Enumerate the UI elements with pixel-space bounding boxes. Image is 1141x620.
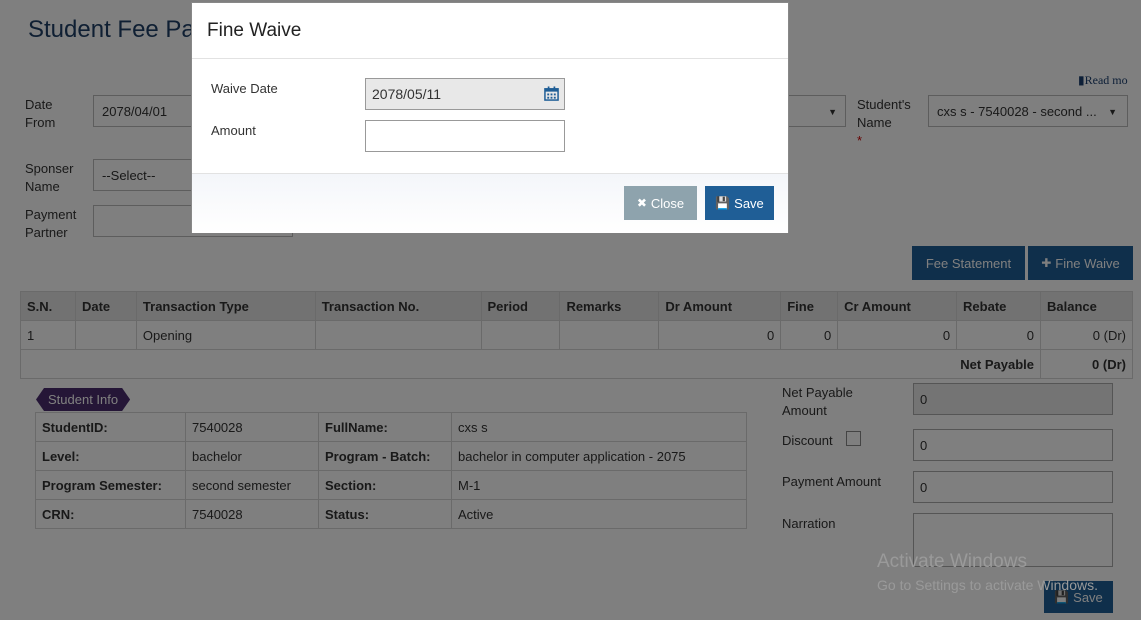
waive-date-label: Waive Date [211, 81, 278, 96]
modal-title: Fine Waive [192, 3, 788, 59]
activate-windows-subtitle: Go to Settings to activate Windows. [877, 577, 1098, 593]
activate-windows-title: Activate Windows [877, 551, 1027, 572]
save-button[interactable]: 💾 Save [705, 186, 774, 220]
modal-footer: ✖ Close 💾 Save [192, 173, 788, 233]
fine-waive-modal: Fine Waive Waive Date 2078/05/11 Amount … [191, 2, 789, 233]
close-button[interactable]: ✖ Close [624, 186, 697, 220]
calendar-icon[interactable] [544, 86, 559, 101]
amount-input[interactable] [365, 120, 565, 152]
close-icon: ✖ [636, 196, 647, 210]
save-icon: 💾 [715, 196, 731, 210]
amount-label: Amount [211, 123, 256, 138]
waive-date-input[interactable]: 2078/05/11 [365, 78, 565, 110]
modal-body: Waive Date 2078/05/11 Amount [192, 59, 788, 173]
